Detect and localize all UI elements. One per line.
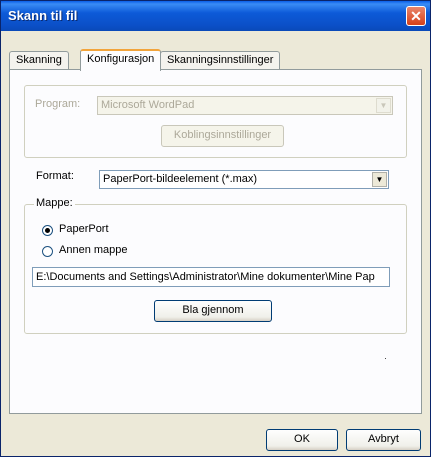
- cancel-button[interactable]: Avbryt: [346, 429, 421, 451]
- close-button[interactable]: ✕: [406, 6, 426, 26]
- chevron-down-icon: ▼: [372, 172, 387, 187]
- folder-path-field[interactable]: E:\Documents and Settings\Administrator\…: [32, 267, 390, 287]
- program-select-value: Microsoft WordPad: [101, 99, 195, 111]
- dialog-window: Skann til fil ✕ Skanning Konfigurasjon S…: [0, 0, 431, 457]
- radio-other-folder-label[interactable]: Annen mappe: [59, 244, 128, 256]
- chevron-down-icon: ▼: [376, 98, 391, 113]
- stray-dot: [385, 358, 386, 359]
- window-title: Skann til fil: [8, 8, 78, 23]
- radio-paperport-label[interactable]: PaperPort: [59, 223, 109, 235]
- tab-skanning[interactable]: Skanning: [9, 51, 69, 69]
- browse-button[interactable]: Bla gjennom: [154, 300, 272, 322]
- link-settings-button[interactable]: Koblingsinnstillinger: [161, 125, 284, 147]
- title-bar[interactable]: Skann til fil ✕: [1, 1, 430, 31]
- close-icon: ✕: [410, 8, 422, 24]
- tab-skanningsinnstillinger[interactable]: Skanningsinnstillinger: [160, 51, 281, 69]
- radio-paperport[interactable]: [42, 225, 53, 236]
- program-label: Program:: [35, 98, 81, 110]
- program-group: Program: Microsoft WordPad ▼ Koblingsinn…: [24, 85, 407, 158]
- folder-group-label: Mappe:: [34, 197, 75, 209]
- format-label: Format:: [36, 170, 74, 182]
- format-select[interactable]: PaperPort-bildeelement (*.max) ▼: [99, 170, 389, 189]
- tab-konfigurasjon[interactable]: Konfigurasjon: [80, 49, 162, 71]
- format-select-value: PaperPort-bildeelement (*.max): [103, 173, 258, 185]
- ok-button[interactable]: OK: [266, 429, 338, 451]
- folder-path-value: E:\Documents and Settings\Administrator\…: [36, 271, 375, 283]
- radio-other-folder[interactable]: [42, 246, 53, 257]
- program-select[interactable]: Microsoft WordPad ▼: [97, 96, 393, 115]
- tab-panel-konfigurasjon: Program: Microsoft WordPad ▼ Koblingsinn…: [9, 69, 422, 414]
